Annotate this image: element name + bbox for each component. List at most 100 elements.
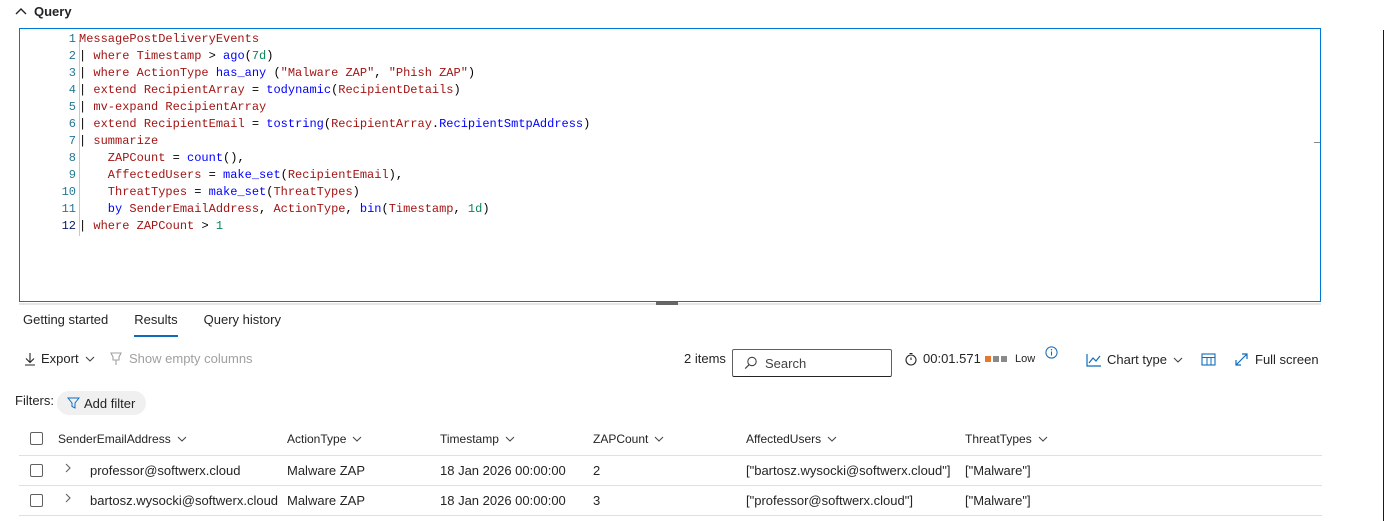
code-text: | extend RecipientEmail = tostring(Recip… xyxy=(79,117,591,131)
query-section-title: Query xyxy=(34,4,72,19)
cell-sender: bartosz.wysocki@softwerx.cloud xyxy=(90,493,279,508)
results-table: SenderEmailAddress ActionType Timestamp … xyxy=(19,422,1322,516)
row-checkbox[interactable] xyxy=(30,456,43,485)
export-button[interactable]: Export xyxy=(24,351,96,366)
line-number: 5 xyxy=(68,100,76,114)
perf-indicator: Low xyxy=(985,353,1035,365)
line-number: 7 xyxy=(68,134,76,148)
chevron-down-icon xyxy=(1173,357,1183,363)
tab-query-history[interactable]: Query history xyxy=(204,312,281,337)
query-section-toggle[interactable]: Query xyxy=(14,4,72,19)
duration-value: 00:01.571 xyxy=(923,351,981,366)
code-line[interactable]: 5 | mv-expand RecipientArray xyxy=(20,99,1320,116)
chevron-down-icon xyxy=(505,436,515,442)
cell-threat-types: ["Malware"] xyxy=(965,463,1031,478)
code-line[interactable]: 11 by SenderEmailAddress, ActionType, bi… xyxy=(20,201,1320,218)
chart-type-button[interactable]: Chart type xyxy=(1086,352,1184,367)
select-all-checkbox[interactable] xyxy=(30,422,43,455)
info-icon[interactable] xyxy=(1045,346,1058,359)
column-header[interactable]: ActionType xyxy=(287,422,362,455)
stopwatch-icon xyxy=(905,352,917,366)
line-number: 2 xyxy=(68,49,76,63)
code-text: ZAPCount = count(), xyxy=(79,151,245,165)
chevron-down-icon xyxy=(85,356,94,362)
window-edge xyxy=(1383,30,1384,521)
code-line[interactable]: 4 | extend RecipientArray = todynamic(Rec… xyxy=(20,82,1320,99)
table-header-row: SenderEmailAddress ActionType Timestamp … xyxy=(19,422,1322,456)
code-line[interactable]: 9 AffectedUsers = make_set(RecipientEmai… xyxy=(20,167,1320,184)
code-line[interactable]: 12 | where ZAPCount > 1 xyxy=(20,218,1320,235)
full-screen-button[interactable]: Full screen xyxy=(1234,352,1319,367)
results-tabs: Getting started Results Query history xyxy=(23,312,307,337)
code-line[interactable]: 3 | where ActionType has_any ("Malware ZA… xyxy=(20,65,1320,82)
table-row[interactable]: professor@softwerx.cloud Malware ZAP 18 … xyxy=(19,456,1322,486)
cell-timestamp: 18 Jan 2026 00:00:00 xyxy=(440,493,566,508)
table-row[interactable]: bartosz.wysocki@softwerx.cloud Malware Z… xyxy=(19,486,1322,516)
export-label: Export xyxy=(41,351,79,366)
line-number: 3 xyxy=(68,66,76,80)
cell-sender: professor@softwerx.cloud xyxy=(90,463,241,478)
code-line[interactable]: 7 | summarize xyxy=(20,133,1320,150)
filters-label: Filters: xyxy=(15,393,54,408)
cell-zap-count: 3 xyxy=(593,493,601,508)
line-number: 1 xyxy=(68,32,76,46)
line-number: 4 xyxy=(68,83,76,97)
code-text: | where ZAPCount > 1 xyxy=(79,219,224,233)
code-text: ThreatTypes = make_set(ThreatTypes) xyxy=(79,185,360,199)
perf-bar xyxy=(1001,356,1007,362)
perf-label: Low xyxy=(1015,353,1036,365)
pin-icon xyxy=(110,351,122,365)
splitter-handle[interactable] xyxy=(656,302,678,305)
code-text: by SenderEmailAddress, ActionType, bin(T… xyxy=(79,202,490,216)
chevron-down-icon xyxy=(353,436,362,442)
code-text: AffectedUsers = make_set(RecipientEmail)… xyxy=(79,168,404,182)
column-header[interactable]: Timestamp xyxy=(440,422,515,455)
query-duration: 00:01.571 xyxy=(904,351,981,366)
add-filter-label: Add filter xyxy=(84,395,136,411)
column-header[interactable]: AffectedUsers xyxy=(746,422,837,455)
code-line[interactable]: 1 MessagePostDeliveryEvents xyxy=(20,31,1320,48)
tab-getting-started[interactable]: Getting started xyxy=(23,312,108,337)
cell-threat-types: ["Malware"] xyxy=(965,493,1031,508)
column-header[interactable]: ZAPCount xyxy=(593,422,664,455)
code-text: | summarize xyxy=(79,134,159,148)
code-text: MessagePostDeliveryEvents xyxy=(79,32,260,46)
line-number: 6 xyxy=(68,117,76,131)
chevron-up-icon xyxy=(15,7,27,14)
chevron-down-icon xyxy=(177,436,187,442)
code-text: | mv-expand RecipientArray xyxy=(79,100,267,114)
cell-affected-users: ["professor@softwerx.cloud"] xyxy=(746,493,913,508)
add-filter-button[interactable]: Add filter xyxy=(57,391,147,415)
code-line[interactable]: 8 ZAPCount = count(), xyxy=(20,150,1320,167)
search-placeholder: Search xyxy=(765,355,807,371)
chevron-down-icon xyxy=(655,436,664,442)
expand-row-icon[interactable] xyxy=(64,483,72,512)
column-options-icon[interactable] xyxy=(1201,353,1217,367)
line-number: 10 xyxy=(61,185,76,199)
query-editor[interactable]: 1 MessagePostDeliveryEvents 2 | where Times… xyxy=(19,28,1321,302)
filter-icon xyxy=(67,397,80,409)
line-number: 8 xyxy=(68,151,76,165)
code-line[interactable]: 10 ThreatTypes = make_set(ThreatTypes) xyxy=(20,184,1320,201)
code-line[interactable]: 2 | where Timestamp > ago(7d) xyxy=(20,48,1320,65)
full-screen-label: Full screen xyxy=(1255,352,1319,367)
search-input[interactable]: Search xyxy=(732,349,892,377)
items-count: 2 items xyxy=(684,351,726,366)
code-line[interactable]: 6 | extend RecipientEmail = tostring(Reci… xyxy=(20,116,1320,133)
cell-affected-users: ["bartosz.wysocki@softwerx.cloud"] xyxy=(746,463,951,478)
column-header[interactable]: SenderEmailAddress xyxy=(58,422,187,455)
code-text: | extend RecipientArray = todynamic(Reci… xyxy=(79,83,461,97)
show-empty-columns-button[interactable]: Show empty columns xyxy=(108,351,253,366)
show-empty-columns-label: Show empty columns xyxy=(129,351,253,366)
line-number: 11 xyxy=(61,202,76,216)
row-checkbox[interactable] xyxy=(30,486,43,515)
perf-bar xyxy=(985,356,991,362)
cell-timestamp: 18 Jan 2026 00:00:00 xyxy=(440,463,566,478)
code-text: | where ActionType has_any ("Malware ZAP… xyxy=(79,66,476,80)
column-header[interactable]: ThreatTypes xyxy=(965,422,1048,455)
code-text: | where Timestamp > ago(7d) xyxy=(79,49,274,63)
expand-row-icon[interactable] xyxy=(64,453,72,482)
tab-results[interactable]: Results xyxy=(134,312,178,337)
search-icon xyxy=(744,356,757,370)
chevron-down-icon xyxy=(1038,436,1048,442)
